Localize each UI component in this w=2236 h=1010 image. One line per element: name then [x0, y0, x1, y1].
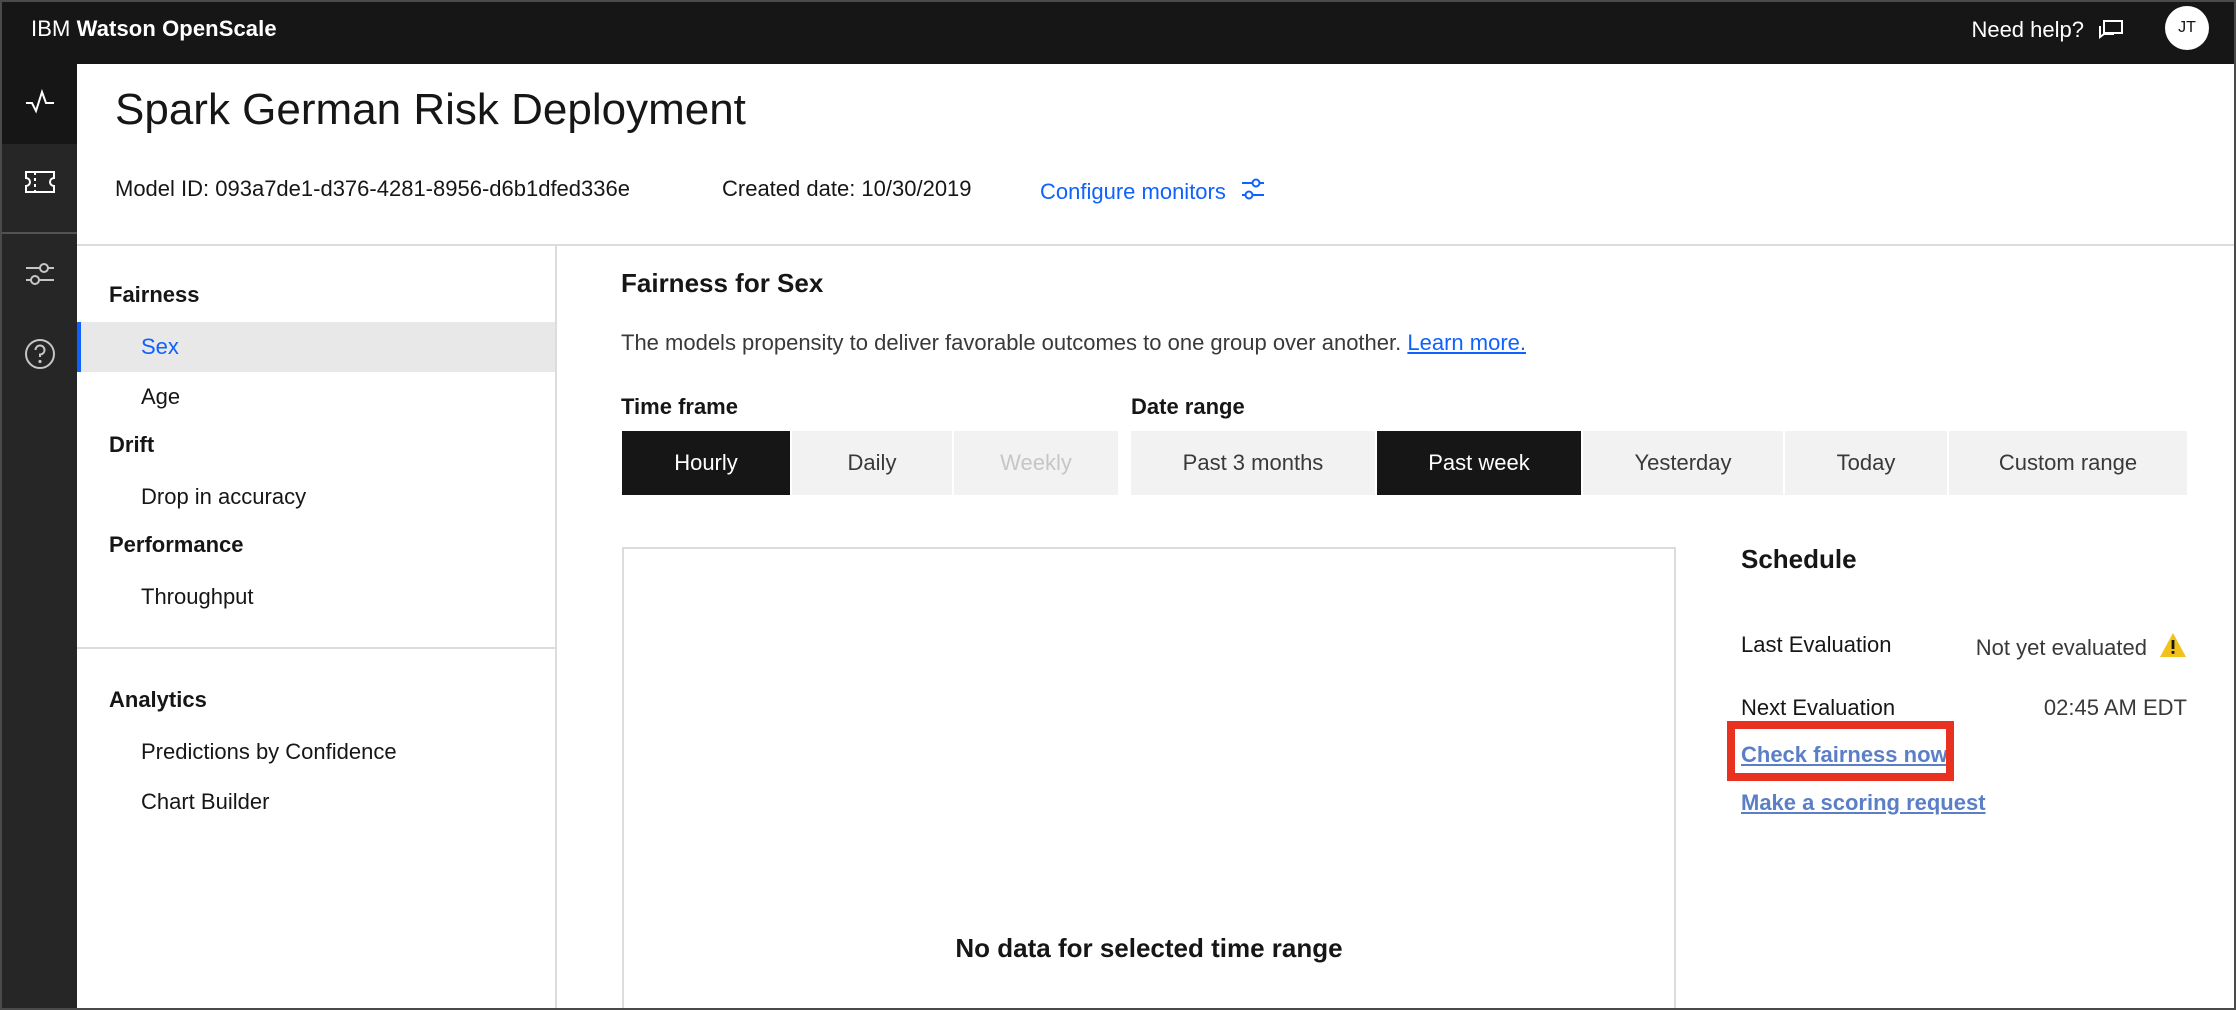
- page-title: Spark German Risk Deployment: [115, 85, 746, 134]
- brand-name: Watson OpenScale: [76, 16, 277, 41]
- date-range-custom[interactable]: Custom range: [1949, 431, 2187, 495]
- settings-sliders-icon: [24, 260, 56, 293]
- last-evaluation-text: Not yet evaluated: [1975, 635, 2147, 660]
- brand-logo[interactable]: IBM Watson OpenScale: [31, 16, 277, 42]
- sliders-icon: [1240, 176, 1266, 208]
- rail-divider: [2, 232, 77, 234]
- ticket-icon: [24, 169, 56, 200]
- nav-item-chart-builder[interactable]: Chart Builder: [77, 777, 555, 827]
- top-header: IBM Watson OpenScale Need help? JT: [2, 2, 2234, 64]
- nav-item-age[interactable]: Age: [77, 372, 555, 422]
- date-range-label: Date range: [1131, 394, 1245, 419]
- date-range-switcher: Past 3 months Past week Yesterday Today …: [1131, 431, 2189, 495]
- brand-prefix: IBM: [31, 16, 71, 41]
- model-id: Model ID: 093a7de1-d376-4281-8956-d6b1df…: [115, 176, 630, 201]
- nav-heading-fairness: Fairness: [109, 282, 200, 307]
- monitor-nav: Fairness Sex Age Drift Drop in accuracy …: [77, 246, 557, 1008]
- nav-divider: [77, 647, 555, 649]
- time-frame-switcher: Hourly Daily Weekly: [622, 431, 1120, 495]
- fairness-chart-area: No data for selected time range: [622, 547, 1676, 1008]
- nav-heading-drift: Drift: [109, 432, 155, 457]
- next-evaluation-label: Next Evaluation: [1741, 695, 1896, 720]
- date-range-today[interactable]: Today: [1785, 431, 1947, 495]
- no-data-message: No data for selected time range: [955, 933, 1343, 963]
- nav-item-drop-in-accuracy[interactable]: Drop in accuracy: [77, 472, 555, 522]
- make-scoring-request-link[interactable]: Make a scoring request: [1741, 790, 1986, 816]
- rail-item-help[interactable]: [2, 316, 77, 396]
- last-evaluation-label: Last Evaluation: [1741, 632, 1892, 657]
- app-window: IBM Watson OpenScale Need help? JT Spark…: [0, 0, 2236, 1010]
- section-title: Fairness for Sex: [621, 268, 824, 298]
- icon-rail: [2, 64, 77, 1008]
- chat-icon: [2098, 19, 2124, 41]
- activity-icon: [24, 88, 56, 120]
- page-header: Spark German Risk Deployment Model ID: 0…: [77, 64, 2234, 246]
- help-button[interactable]: Need help?: [1971, 17, 2124, 43]
- nav-item-sex[interactable]: Sex: [77, 322, 555, 372]
- date-range-past-week[interactable]: Past week: [1377, 431, 1581, 495]
- rail-item-configure[interactable]: [2, 236, 77, 316]
- configure-monitors-link[interactable]: Configure monitors: [1040, 176, 1266, 208]
- created-date: Created date: 10/30/2019: [722, 176, 972, 201]
- help-label: Need help?: [1971, 17, 2084, 42]
- section-description: The models propensity to deliver favorab…: [621, 330, 1526, 356]
- date-range-past-3-months[interactable]: Past 3 months: [1131, 431, 1375, 495]
- rail-item-dashboard[interactable]: [2, 64, 77, 144]
- learn-more-link[interactable]: Learn more.: [1407, 330, 1526, 355]
- help-circle-icon: [23, 337, 57, 376]
- check-fairness-now-link[interactable]: Check fairness now: [1741, 742, 1948, 768]
- nav-item-predictions-by-confidence[interactable]: Predictions by Confidence: [77, 727, 555, 777]
- nav-heading-performance: Performance: [109, 532, 244, 557]
- schedule-title: Schedule: [1741, 544, 1857, 574]
- time-frame-hourly[interactable]: Hourly: [622, 431, 790, 495]
- warning-icon: [2159, 632, 2187, 664]
- time-frame-label: Time frame: [621, 394, 738, 419]
- rail-item-deployments[interactable]: [2, 144, 77, 224]
- description-text: The models propensity to deliver favorab…: [621, 330, 1402, 355]
- next-evaluation-value: 02:45 AM EDT: [2043, 695, 2187, 720]
- date-range-yesterday[interactable]: Yesterday: [1583, 431, 1783, 495]
- nav-heading-analytics: Analytics: [109, 687, 207, 712]
- time-frame-weekly: Weekly: [954, 431, 1118, 495]
- last-evaluation-value: Not yet evaluated: [1976, 632, 2187, 664]
- avatar[interactable]: JT: [2165, 6, 2209, 50]
- nav-item-throughput[interactable]: Throughput: [77, 572, 555, 622]
- configure-monitors-label: Configure monitors: [1040, 179, 1226, 204]
- main-content: Fairness for Sex The models propensity t…: [558, 246, 2234, 1008]
- time-frame-daily[interactable]: Daily: [792, 431, 952, 495]
